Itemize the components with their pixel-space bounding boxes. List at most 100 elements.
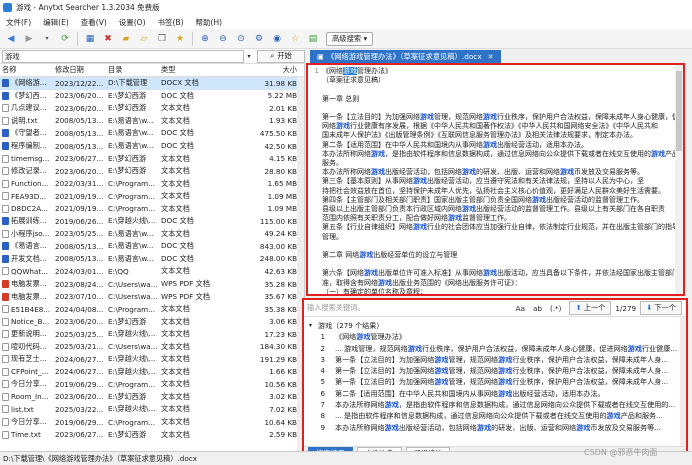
close-tab-icon[interactable]: ✕ [488,53,494,61]
advanced-search-button[interactable]: 高级搜索 ▾ [326,31,374,46]
file-row[interactable]: 几点建议... 2023/06/20... E:\梦幻西游 文本文档 2.01 KB [0,102,304,115]
column-name[interactable]: 名称 [0,65,53,75]
file-row[interactable]: 《守望者... 2008/05/13... E:\易语言\w... DOC 文档 475… [0,127,304,140]
file-row[interactable]: D8DC2A... 2021/09/19... C:\Program... 文本文档 1… [0,202,304,215]
file-row[interactable]: QQWhat... 2024/03/01... E:\QQ 文本文档 42.63 KB [0,265,304,278]
result-item[interactable]: 5 第一条【立法目的】为加强网络游戏管理，规范网络游戏行业秩序，保护用户合法权益，… [309,376,686,387]
result-item[interactable]: 2... 游戏管理，规范网络游戏行业秩序，保护用户合法权益，保障未成年人身心健康… [309,343,686,354]
copy-icon[interactable]: ❐ [155,32,169,46]
file-row[interactable]: Notice_B... 2023/06/20... E:\梦幻西游 文本文档 3.06 … [0,315,304,328]
zoom-fit-icon[interactable]: ⊙ [234,32,248,46]
result-item[interactable]: 4 第一条【立法目的】为加强网络游戏管理，规范网络游戏行业秩序，保护用户合法权益，… [309,365,686,376]
result-item[interactable]: 9 本办法所称网络游戏出版经营活动，包括网络游戏的研发、出版、运营和网络游戏币发放… [309,422,686,433]
menu-file[interactable]: 文件(F) [0,17,37,28]
file-row[interactable]: 《梦幻西... 2023/06/20... E:\梦幻西游 DOC 文档 5.22 MB [0,90,304,103]
column-type[interactable]: 类型 [158,65,242,75]
word-file-icon [2,217,9,226]
document-scroll-thumb[interactable] [676,71,682,151]
language-icon[interactable]: ◉ [270,32,284,46]
text-run: 出版经营活动，适用本办法。 [497,140,588,149]
file-row[interactable]: CFPoint_... 2024/06/27... E:\穿越火线\... 文本文档 1… [0,366,304,379]
settings-icon[interactable]: ⚙ [252,32,266,46]
file-row[interactable]: 小程序jso... 2023/05/25... E:\易语言\w... 文本文档 49.… [0,228,304,241]
text-file-icon [2,179,9,188]
result-item[interactable]: 6 第二条【适用范围】在中华人民共和国境内从事网络游戏出版经营活动，适用本办法。 [309,388,686,399]
column-date[interactable]: 修改日期 [53,65,106,75]
file-name-cell: CFPoint_... [0,367,53,376]
line-text: 国未成年人保护法》《出版管理条例》《互联网信息服务管理办法》及相关法律法规要求，… [322,131,675,140]
file-row[interactable]: Time.txt 2023/06/27... E:\梦幻西游 文本文档 2.59 KB [0,428,304,441]
search-history-dropdown-icon[interactable]: ▾ [244,53,254,60]
document-tab[interactable]: ▣ 《网络游戏管理办法》（草案征求意见稿）.docx ✕ [310,50,501,63]
result-tree: ▾ 游戏（279 个结果） 1 《网络游戏管理办法》 2... 游戏管理，规范网络游… [304,317,686,433]
file-row[interactable]: 《易语言... 2008/05/13... E:\易语言\w... DOC 文档 843… [0,240,304,253]
file-name-cell: Time.txt [0,430,53,439]
file-row[interactable]: timemsg... 2023/06/27... E:\梦幻西游 文本文档 4.15 K… [0,152,304,165]
menu-help[interactable]: 帮助(H) [190,17,229,28]
file-size: 184.30 KB [259,342,297,352]
file-row[interactable]: 说明.txt 2008/05/13... E:\易语言\w... 文本文档 1.93 K… [0,115,304,128]
delete-icon[interactable]: ✖ [101,32,115,46]
forward-icon[interactable]: ▶ [22,32,36,46]
result-item[interactable]: 7 本办法所称网络游戏，是指由软件程序和信息数据构成，通过信息网络向公众提供下载或… [309,399,686,410]
file-row[interactable]: 喧叨代码... 2025/03/21... C:\Users\wa... 文本文档 18… [0,340,304,353]
column-size[interactable]: 大小 [242,65,300,75]
file-row[interactable]: 《网络游... 2023/12/22... D:\下载管理 DOCX 文档 31.98 … [0,77,304,90]
file-row[interactable]: 程序编制... 2008/05/13... E:\易语言\w... DOC 文档 42.… [0,140,304,153]
file-row[interactable]: 拓展训练... 2019/06/26... E:\穿越火线\... DOC 文档 115… [0,215,304,228]
whole-word-toggle[interactable]: ab [533,304,542,313]
file-row[interactable]: list.txt 2025/03/22... E:\穿越火线\... 文本文档 7.02… [0,403,304,416]
document-scrollbar[interactable] [675,65,683,294]
result-item[interactable]: 3 第一条【立法目的】为加强网络游戏管理，规范网络游戏行业秩序，保护用户合法权益，… [309,354,686,365]
forward-dropdown-icon[interactable]: ▾ [40,32,54,46]
save-icon[interactable]: ▦ [83,32,97,46]
file-row[interactable]: 更新说明... 2025/03/25... E:\穿越火线\... 文本文档 17.23… [0,328,304,341]
start-search-button[interactable]: ⌕ 开始 [257,49,305,63]
column-dir[interactable]: 目录 [106,65,158,75]
file-row[interactable]: 开发文档... 2008/05/13... E:\易语言\w... DOC 文档 248… [0,253,304,266]
keyword-highlight: 游戏 [413,177,427,186]
file-size: 4.15 KB [269,154,297,164]
text-file-icon [2,154,9,163]
prev-result-button[interactable]: ⬆ 上一个 [569,301,612,315]
file-name-cell: 《守望者... [0,128,53,138]
match-case-toggle[interactable]: Aa [516,304,525,313]
bookmark-icon[interactable]: ★ [173,32,187,46]
file-row[interactable]: 现有芝士... 2024/06/27... E:\穿越火线\... 文本文档 191.2… [0,353,304,366]
next-result-button[interactable]: ⬇ 下一个 [640,301,682,315]
chart-icon[interactable]: ▤ [306,32,320,46]
star-icon[interactable]: ☆ [288,32,302,46]
file-row[interactable]: 电脑发票... 2023/07/10... C:\Users\wa... WPS PD… [0,290,304,303]
result-item[interactable]: 1 《网络游戏管理办法》 [309,331,686,342]
file-row[interactable]: FEA93D... 2021/09/19... C:\Program... 文本文档 1… [0,190,304,203]
keyword-highlight: 游戏 [483,140,497,149]
file-row[interactable]: Function... 2022/03/31... C:\Program... 文本文… [0,177,304,190]
regex-toggle[interactable]: (.*) [550,304,562,313]
menu-settings[interactable]: 设置(O) [113,17,152,28]
menu-edit[interactable]: 编辑(E) [37,17,75,28]
line-text: 县级以上出版主管部门负责本行政区域内网络游戏出版经营活动的监督管理工作。县级以上… [322,205,675,214]
zoom-out-icon[interactable]: ⊖ [216,32,230,46]
file-row[interactable]: 电脑发票... 2023/08/24... C:\Users\wa... WPS PD… [0,278,304,291]
file-row[interactable]: 修改记录... 2023/06/20... E:\梦幻西游 文本文档 28.80 KB [0,165,304,178]
chevron-down-icon[interactable]: ▾ [309,320,318,331]
file-row[interactable]: Room_In... 2023/06/20... E:\梦幻西游 文本文档 3.02 K… [0,391,304,404]
keyword-input[interactable]: 输入搜索关键词。 [307,303,512,313]
file-row[interactable]: 今日分享... 2019/06/29... C:\Program... 文本文档 10.… [0,378,304,391]
search-input[interactable]: 游戏 [2,49,244,63]
result-root[interactable]: ▾ 游戏（279 个结果） [309,320,686,331]
file-name-cell: Function... [0,179,53,188]
zoom-in-icon[interactable]: ⊕ [198,32,212,46]
text-file-icon [2,355,9,364]
results-scrollbar[interactable] [680,317,686,446]
back-icon[interactable]: ◀ [4,32,18,46]
line-text: 第六条【网络游戏出版单位许可准入标准】从事网络游戏出版活动，应当具备以下条件，并… [322,269,675,278]
result-item[interactable]: 8 ... 是指由软件程序和信息数据构成，通过信息网络向公众提供下载或者在线交互使… [309,410,686,421]
folder-icon[interactable]: ▰ [119,32,133,46]
open-folder-icon[interactable]: ▱ [137,32,151,46]
menu-bookmarks[interactable]: 书签(B) [152,17,190,28]
refresh-icon[interactable]: ⟳ [58,32,72,46]
file-row[interactable]: 今日分享... 2019/06/29... C:\Program... 文本文档 10.… [0,416,304,429]
menu-view[interactable]: 查看(V) [75,17,113,28]
file-row[interactable]: E51B4E8... 2024/04/08... C:\Program... 文本文档… [0,303,304,316]
